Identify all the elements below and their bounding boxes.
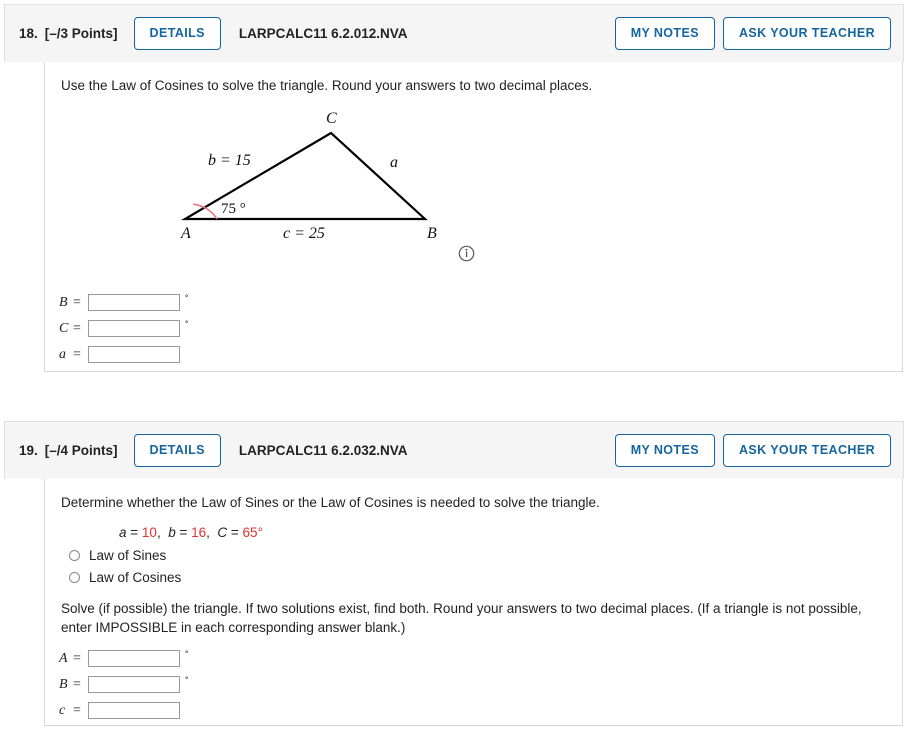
answer-input-a-angle[interactable]	[87, 650, 180, 668]
answer-row: B = °	[59, 674, 902, 696]
problem-header-18: 18. [–/3 Points] DETAILS LARPCALC11 6.2.…	[4, 4, 904, 62]
answer-input-c-side[interactable]	[87, 702, 180, 720]
question-prompt: Use the Law of Cosines to solve the tria…	[61, 78, 593, 93]
answer-variable: a	[59, 346, 66, 362]
my-notes-button[interactable]: MY NOTES	[614, 434, 715, 467]
vertex-label-c: C	[326, 110, 337, 127]
given-val-c: 65°	[242, 524, 263, 540]
given-eq-c: =	[227, 524, 243, 540]
answer-variable: c	[59, 702, 66, 718]
degree-symbol: °	[184, 293, 189, 304]
answer-variable: C	[59, 320, 69, 336]
answer-input-b-angle[interactable]	[87, 676, 180, 694]
equals-sign: =	[73, 650, 81, 666]
given-var-b: b	[168, 524, 176, 540]
answer-row: C = °	[59, 318, 902, 340]
problem-header-19: 19. [–/4 Points] DETAILS LARPCALC11 6.2.…	[4, 421, 904, 479]
side-label-b: b = 15	[208, 152, 251, 169]
equals-sign: =	[73, 294, 81, 310]
vertex-label-a: A	[180, 225, 191, 242]
given-var-c: C	[217, 524, 228, 540]
answer-variable: A	[59, 650, 68, 666]
answer-list-19: A = ° B = ° c =	[59, 648, 902, 722]
degree-symbol: °	[184, 675, 189, 686]
given-sep-1: ,	[156, 524, 169, 540]
given-eq-b: =	[175, 524, 192, 540]
ask-your-teacher-button[interactable]: ASK YOUR TEACHER	[722, 17, 891, 50]
given-values: a = 10, b = 16, C = 65°	[119, 525, 902, 540]
given-val-a: 10	[141, 524, 157, 540]
answer-input-c-angle[interactable]	[87, 320, 180, 338]
problem-card-19: 19. [–/4 Points] DETAILS LARPCALC11 6.2.…	[4, 421, 904, 726]
answer-row: B = °	[59, 292, 902, 314]
radio-button-icon[interactable]	[69, 571, 80, 583]
problem-points: [–/4 Points]	[44, 443, 118, 458]
radio-button-icon[interactable]	[69, 549, 80, 561]
my-notes-button[interactable]: MY NOTES	[614, 17, 715, 50]
problem-number: 18.	[19, 26, 38, 41]
degree-symbol: °	[184, 319, 189, 330]
problem-number: 19.	[19, 443, 38, 458]
equals-sign: =	[73, 346, 81, 362]
question-prompt: Determine whether the Law of Sines or th…	[61, 495, 600, 510]
answer-row: a =	[59, 344, 902, 366]
given-eq-a: =	[126, 524, 142, 540]
problem-body-19: Determine whether the Law of Sines or th…	[44, 479, 903, 726]
equals-sign: =	[73, 676, 81, 692]
given-val-b: 16	[191, 524, 207, 540]
answer-input-a-side[interactable]	[87, 346, 180, 364]
answer-row: c =	[59, 700, 902, 722]
answer-variable: B	[59, 676, 68, 692]
vertex-label-b: B	[427, 225, 437, 242]
answer-input-b[interactable]	[87, 294, 180, 312]
triangle-figure: A B C b = 15 a c = 25 75 °	[45, 102, 902, 282]
given-var-a: a	[119, 524, 127, 540]
details-button[interactable]: DETAILS	[133, 434, 221, 467]
problem-body-18: Use the Law of Cosines to solve the tria…	[44, 62, 903, 372]
radio-option-law-of-cosines[interactable]: Law of Cosines	[69, 570, 902, 585]
triangle-svg: A B C b = 15 a c = 25 75 °	[180, 110, 437, 242]
answer-variable: B	[59, 294, 68, 310]
equals-sign: =	[73, 320, 81, 336]
answer-row: A = °	[59, 648, 902, 670]
details-button[interactable]: DETAILS	[133, 17, 221, 50]
radio-label[interactable]: Law of Sines	[89, 548, 166, 563]
radio-label[interactable]: Law of Cosines	[89, 570, 181, 585]
angle-label-a: 75 °	[221, 201, 246, 217]
side-label-c: c = 25	[283, 225, 325, 242]
side-label-a: a	[390, 154, 398, 171]
radio-option-law-of-sines[interactable]: Law of Sines	[69, 548, 902, 563]
problem-code: LARPCALC11 6.2.032.NVA	[238, 443, 408, 458]
ask-your-teacher-button[interactable]: ASK YOUR TEACHER	[722, 434, 891, 467]
info-icon[interactable]	[458, 245, 475, 267]
answer-list-18: B = ° C = ° a =	[59, 292, 902, 366]
question-prompt-secondary: Solve (if possible) the triangle. If two…	[61, 600, 862, 636]
equals-sign: =	[73, 702, 81, 718]
problem-code: LARPCALC11 6.2.012.NVA	[238, 26, 408, 41]
given-sep-2: ,	[206, 524, 218, 540]
problem-points: [–/3 Points]	[44, 26, 118, 41]
problem-card-18: 18. [–/3 Points] DETAILS LARPCALC11 6.2.…	[4, 4, 904, 372]
degree-symbol: °	[184, 649, 189, 660]
